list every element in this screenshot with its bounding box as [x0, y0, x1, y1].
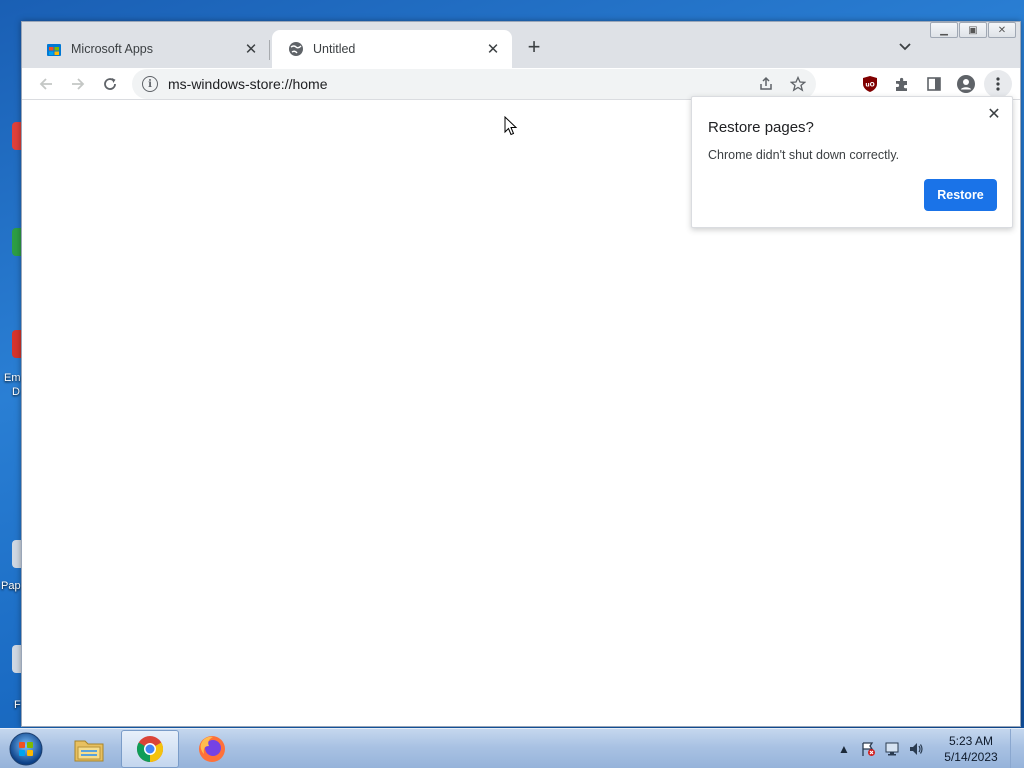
close-window-button[interactable]: ✕: [988, 22, 1016, 38]
desktop-icon-label: Em: [4, 372, 21, 384]
tab-search-chevron-icon[interactable]: [894, 36, 916, 58]
restore-button[interactable]: Restore: [924, 179, 997, 211]
desktop-icon-label: Pap: [1, 580, 21, 592]
network-icon[interactable]: [882, 739, 902, 759]
desktop-icons: My Em D Pap F: [0, 0, 22, 728]
desktop-icon-app-4[interactable]: Pap: [0, 540, 22, 596]
share-icon[interactable]: [752, 70, 780, 98]
ublock-origin-icon[interactable]: uO: [856, 70, 884, 98]
url-text[interactable]: ms-windows-store://home: [168, 76, 752, 92]
file-explorer-icon: [74, 740, 104, 762]
desktop-icon-app-5[interactable]: F: [0, 645, 22, 715]
tab-separator: [269, 40, 270, 60]
microsoft-store-icon: [47, 44, 61, 56]
tab-title: Microsoft Apps: [71, 42, 153, 56]
system-tray: ▲ 5:23 AM 5/14/2023: [834, 729, 1024, 768]
bubble-title: Restore pages?: [708, 119, 814, 136]
globe-icon: [289, 42, 303, 56]
kebab-menu-icon[interactable]: [984, 70, 1012, 98]
clock-date: 5/14/2023: [944, 750, 998, 764]
star-icon[interactable]: [784, 70, 812, 98]
minimize-button[interactable]: ▁: [930, 22, 958, 38]
clock[interactable]: 5:23 AM 5/14/2023: [936, 733, 1006, 765]
window-controls: ▁ ▣ ✕: [929, 22, 1016, 38]
address-bar[interactable]: i ms-windows-store://home: [132, 69, 816, 99]
reload-icon[interactable]: [96, 70, 124, 98]
site-info-icon[interactable]: i: [142, 76, 158, 92]
mouse-cursor-icon: [504, 116, 518, 136]
close-tab-icon[interactable]: ✕: [484, 40, 502, 58]
show-hidden-icons-icon[interactable]: ▲: [834, 739, 854, 759]
close-tab-icon[interactable]: ✕: [242, 40, 260, 58]
desktop-icon-app-1[interactable]: [0, 122, 22, 162]
maximize-button[interactable]: ▣: [959, 22, 987, 38]
puzzle-icon[interactable]: [888, 70, 916, 98]
firefox-icon: [199, 736, 225, 762]
volume-icon[interactable]: [906, 739, 926, 759]
forward-arrow-icon[interactable]: [64, 70, 92, 98]
desktop-icon-app-2[interactable]: [0, 228, 22, 296]
tab-microsoft-apps[interactable]: Microsoft Apps ✕: [30, 30, 270, 68]
tab-strip: Microsoft Apps ✕ Untitled ✕ + ▁ ▣ ✕: [22, 22, 1020, 68]
taskbar-firefox[interactable]: [183, 730, 241, 768]
taskbar-chrome[interactable]: [121, 730, 179, 768]
clock-time: 5:23 AM: [948, 734, 994, 748]
tab-untitled[interactable]: Untitled ✕: [272, 30, 512, 68]
desktop-icon-label: D: [12, 386, 20, 398]
show-desktop-button[interactable]: [1010, 729, 1024, 768]
side-panel-icon[interactable]: [920, 70, 948, 98]
back-arrow-icon[interactable]: [32, 70, 60, 98]
action-center-flag-icon[interactable]: [858, 739, 878, 759]
browser-window: Microsoft Apps ✕ Untitled ✕ + ▁ ▣ ✕ i ms…: [21, 21, 1021, 727]
new-tab-button[interactable]: +: [522, 34, 546, 59]
taskbar: ▲ 5:23 AM 5/14/2023: [0, 728, 1024, 768]
start-button-icon[interactable]: [6, 731, 46, 767]
tab-title: Untitled: [313, 42, 356, 56]
bubble-message: Chrome didn't shut down correctly.: [708, 148, 900, 162]
close-icon[interactable]: ✕: [984, 104, 1004, 124]
restore-pages-bubble: Restore pages? Chrome didn't shut down c…: [691, 96, 1013, 228]
profile-icon[interactable]: [952, 70, 980, 98]
desktop-icon-app-3[interactable]: Em D: [0, 330, 22, 400]
desktop-icon-label: F: [14, 699, 21, 711]
chrome-icon: [136, 736, 164, 763]
svg-text:uO: uO: [865, 82, 874, 89]
taskbar-file-explorer[interactable]: [60, 730, 118, 768]
